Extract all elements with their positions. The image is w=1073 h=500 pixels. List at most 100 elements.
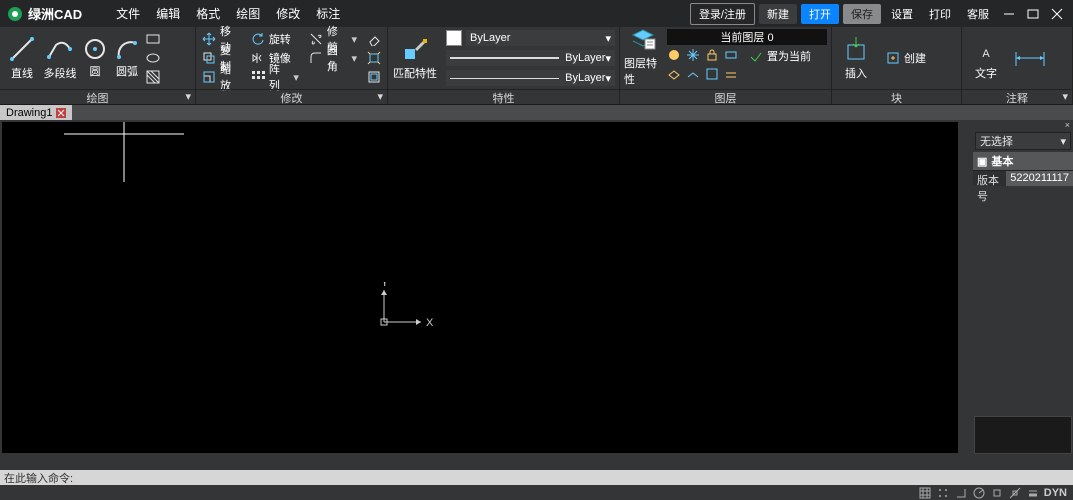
array-icon — [251, 70, 265, 84]
ellipse-icon[interactable] — [144, 49, 162, 67]
set-current-button[interactable]: 置为当前 — [747, 47, 813, 65]
layer-lock-icon[interactable] — [705, 48, 721, 64]
erase-icon[interactable] — [365, 30, 383, 48]
layer-match-icon[interactable] — [705, 67, 721, 83]
ortho-toggle-icon[interactable] — [954, 486, 968, 500]
drawing-canvas[interactable]: X Y — [2, 122, 958, 453]
polyline-button[interactable]: 多段线 — [42, 30, 78, 86]
layer-isolate-icon[interactable] — [724, 48, 740, 64]
layer-props-button[interactable]: 图层特性 — [624, 29, 661, 83]
ribbon: 直线 多段线 圆 圆弧 绘图▾ 移动 — [0, 27, 1073, 105]
prop-version-value[interactable]: 5220211117 — [1006, 171, 1073, 186]
insert-block-button[interactable]: 插入 — [836, 30, 876, 86]
dyn-toggle[interactable]: DYN — [1044, 487, 1067, 499]
app-title: 绿洲CAD — [28, 4, 82, 23]
collapse-icon: ▣ — [977, 155, 987, 168]
dim-linear-button[interactable] — [1008, 30, 1052, 86]
scrollbar-vertical[interactable] — [960, 120, 973, 455]
match-props-button[interactable]: 匹配特性 — [392, 30, 438, 86]
save-button[interactable]: 保存 — [843, 4, 881, 24]
text-icon: A — [972, 35, 1000, 63]
current-layer-combo[interactable]: 当前图层 0 — [667, 29, 827, 45]
command-line[interactable]: 在此输入命令: — [0, 470, 1073, 485]
chevron-down-icon: ▾ — [605, 72, 611, 85]
text-button[interactable]: A 文字 — [966, 30, 1006, 86]
status-bar: DYN — [0, 485, 1073, 500]
explode-icon[interactable] — [365, 49, 383, 67]
layer-off-icon[interactable] — [667, 48, 683, 64]
crosshair-icon — [64, 122, 184, 182]
dimension-icon — [1012, 46, 1048, 70]
menu-file[interactable]: 文件 — [108, 1, 148, 26]
trim-icon — [309, 32, 323, 46]
prop-version: 版本号 5220211117 — [973, 170, 1073, 186]
settings-button[interactable]: 设置 — [885, 4, 919, 24]
layer-merge-icon[interactable] — [724, 67, 740, 83]
chevron-down-icon: ▾ — [351, 52, 357, 65]
layer-prev-icon[interactable] — [686, 67, 702, 83]
color-select[interactable]: ByLayer▾ — [466, 30, 615, 46]
properties-palette: × 无选择 ▾ ▣ 基本 版本号 5220211117 — [973, 120, 1073, 455]
fillet-button[interactable]: 圆角▾ — [307, 49, 359, 67]
open-button[interactable]: 打开 — [801, 4, 839, 24]
prop-version-label: 版本号 — [973, 171, 1006, 186]
maximize-icon[interactable] — [1026, 7, 1040, 21]
lineweight-icon — [450, 57, 559, 59]
match-props-icon — [401, 35, 429, 63]
palette-close-icon[interactable]: × — [973, 120, 1073, 130]
category-basic[interactable]: ▣ 基本 — [973, 152, 1073, 170]
arc-button[interactable]: 圆弧 — [112, 30, 142, 86]
osnap-toggle-icon[interactable] — [990, 486, 1004, 500]
color-swatch[interactable] — [446, 30, 462, 46]
new-button[interactable]: 新建 — [759, 4, 797, 24]
linetype-select[interactable]: ByLayer▾ — [446, 70, 615, 86]
panel-block: 插入 创建 块 — [832, 27, 962, 104]
panel-properties-title: 特性 — [388, 89, 619, 104]
layer-walk-icon[interactable] — [667, 67, 683, 83]
modify-extra-col — [365, 30, 383, 86]
polyline-icon — [46, 35, 74, 63]
grid-toggle-icon[interactable] — [918, 486, 932, 500]
polar-toggle-icon[interactable] — [972, 486, 986, 500]
selection-combo[interactable]: 无选择 ▾ — [975, 132, 1071, 150]
hatch-icon[interactable] — [144, 68, 162, 86]
panel-annot-title: 注释▾ — [962, 89, 1072, 104]
document-tab[interactable]: Drawing1 — [0, 105, 72, 120]
print-button[interactable]: 打印 — [923, 4, 957, 24]
lineweight-select[interactable]: ByLayer▾ — [446, 50, 615, 66]
otrack-toggle-icon[interactable] — [1008, 486, 1022, 500]
mirror-icon — [251, 51, 265, 65]
scale-icon — [202, 70, 216, 84]
tab-close-icon[interactable] — [56, 108, 66, 118]
menu-edit[interactable]: 编辑 — [148, 1, 188, 26]
line-button[interactable]: 直线 — [4, 30, 40, 86]
help-button[interactable]: 客服 — [961, 4, 995, 24]
panel-draw-expand-icon[interactable]: ▾ — [185, 90, 191, 103]
stretch-button[interactable]: 缩放 — [200, 68, 243, 86]
titlebar: 绿洲CAD 文件 编辑 格式 绘图 修改 标注 登录/注册 新建 打开 保存 设… — [0, 0, 1073, 27]
minimize-icon[interactable] — [1002, 7, 1016, 21]
panel-modify: 移动 复制 缩放 旋转 镜像 阵列▾ 修剪▾ 圆角▾ - 修改▾ — [196, 27, 388, 104]
set-current-icon — [749, 49, 763, 63]
chevron-down-icon: ▾ — [605, 32, 611, 45]
panel-modify-expand-icon[interactable]: ▾ — [377, 90, 383, 103]
rotate-button[interactable]: 旋转 — [249, 30, 301, 48]
layer-freeze-icon[interactable] — [686, 48, 702, 64]
panel-annot: A 文字 注释▾ — [962, 27, 1073, 104]
offset-icon[interactable] — [365, 68, 383, 86]
draw-extra-col — [144, 30, 162, 86]
move-icon — [202, 32, 216, 46]
array-button[interactable]: 阵列▾ — [249, 68, 301, 86]
workspace: X Y × 无选择 ▾ ▣ 基本 版本号 5220211117 — [0, 120, 1073, 455]
panel-annot-expand-icon[interactable]: ▾ — [1062, 90, 1068, 103]
menu-modify[interactable]: 修改 — [268, 1, 308, 26]
lwt-toggle-icon[interactable] — [1026, 486, 1040, 500]
create-block-button[interactable]: 创建 — [884, 49, 928, 67]
scrollbar-horizontal[interactable] — [2, 453, 958, 465]
rectangle-icon[interactable] — [144, 30, 162, 48]
close-icon[interactable] — [1050, 7, 1064, 21]
circle-button[interactable]: 圆 — [80, 30, 110, 86]
login-button[interactable]: 登录/注册 — [690, 3, 755, 25]
snap-toggle-icon[interactable] — [936, 486, 950, 500]
layer-props-icon — [629, 25, 657, 53]
